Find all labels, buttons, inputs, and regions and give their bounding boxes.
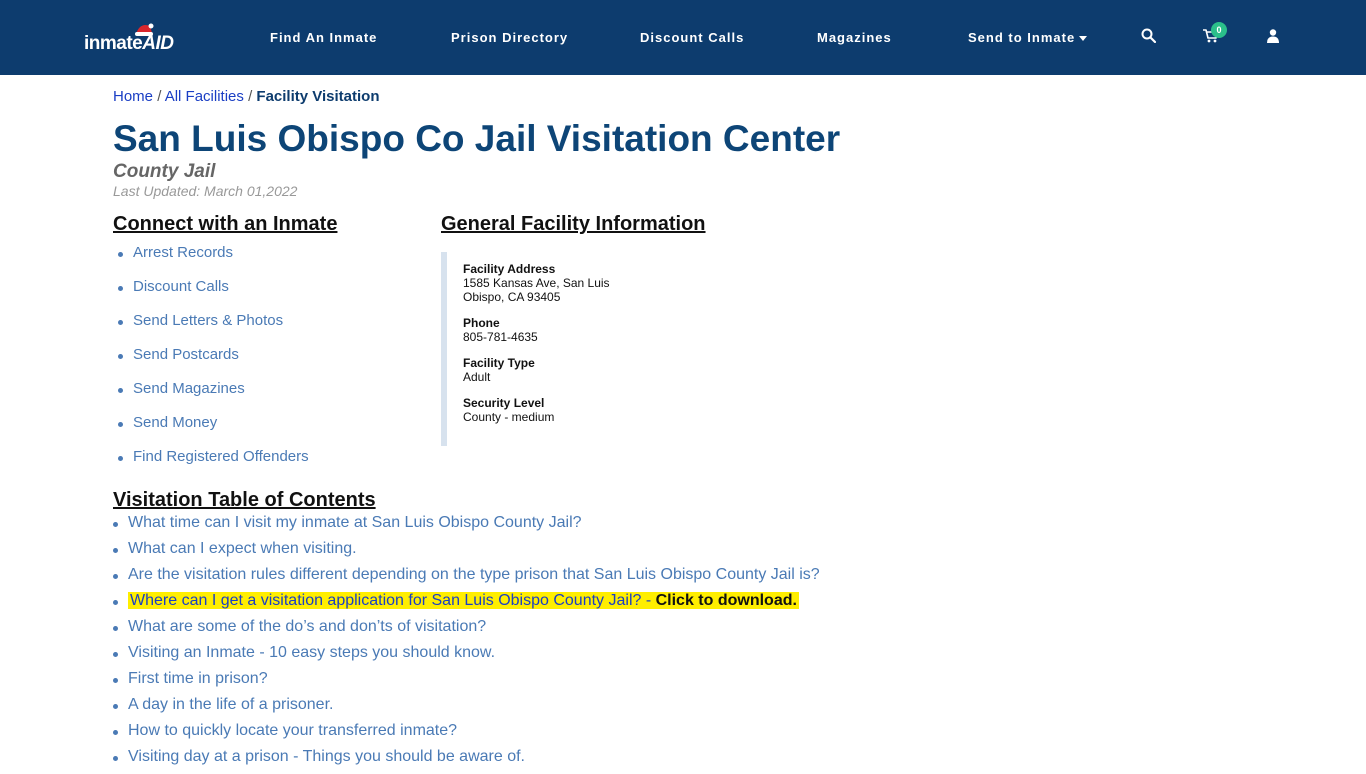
toc-item[interactable]: A day in the life of a prisoner. [113, 696, 820, 722]
cart-count-badge: 0 [1211, 22, 1227, 38]
nav-send-to-inmate-label: Send to Inmate [968, 30, 1076, 45]
connect-link-send-magazines[interactable]: Send Magazines [113, 380, 309, 414]
toc-item[interactable]: What time can I visit my inmate at San L… [113, 514, 820, 540]
toc-heading: Visitation Table of Contents [113, 489, 376, 511]
toc-highlight: Where can I get a visitation application… [128, 592, 799, 609]
nav-prison-directory[interactable]: Prison Directory [451, 30, 568, 45]
page-title: San Luis Obispo Co Jail Visitation Cente… [113, 118, 841, 159]
connect-links-list: Arrest Records Discount Calls Send Lette… [113, 244, 309, 482]
facility-phone-label: Phone [463, 316, 500, 330]
toc-item[interactable]: First time in prison? [113, 670, 820, 696]
breadcrumb-current: Facility Visitation [256, 88, 380, 105]
connect-link-discount-calls[interactable]: Discount Calls [113, 278, 309, 312]
toc-item[interactable]: How to quickly locate your transferred i… [113, 722, 820, 748]
logo-text-inmate: inmate [84, 33, 143, 54]
security-level-label: Security Level [463, 396, 545, 410]
connect-link-send-letters-photos[interactable]: Send Letters & Photos [113, 312, 309, 346]
security-level-value: County - medium [463, 410, 555, 424]
facility-address-label: Facility Address [463, 262, 556, 276]
connect-link-send-postcards[interactable]: Send Postcards [113, 346, 309, 380]
download-application-link[interactable]: Click to download. [656, 592, 797, 609]
nav-discount-calls[interactable]: Discount Calls [640, 30, 744, 45]
toc-item[interactable]: Visiting an Inmate - 10 easy steps you s… [113, 644, 820, 670]
nav-send-to-inmate[interactable]: Send to Inmate [968, 30, 1088, 45]
site-logo[interactable]: inmateAID [84, 22, 184, 56]
toc-item[interactable]: Are the visitation rules different depen… [113, 566, 820, 592]
facility-phone-value: 805-781-4635 [463, 330, 538, 344]
caret-down-icon [1079, 36, 1088, 42]
top-navbar: inmateAID Find An Inmate Prison Director… [0, 0, 1366, 75]
toc-item[interactable]: What are some of the do’s and don’ts of … [113, 618, 820, 644]
user-icon[interactable] [1267, 29, 1279, 43]
toc-item[interactable]: Visiting day at a prison - Things you sh… [113, 748, 820, 774]
toc-list: What time can I visit my inmate at San L… [113, 514, 820, 774]
breadcrumb-separator: / [157, 88, 162, 105]
facility-category: County Jail [113, 161, 216, 182]
breadcrumb: Home / All Facilities / Facility Visitat… [113, 88, 380, 105]
connect-link-send-money[interactable]: Send Money [113, 414, 309, 448]
connect-link-arrest-records[interactable]: Arrest Records [113, 244, 309, 278]
facility-info-heading: General Facility Information [441, 213, 706, 235]
breadcrumb-home[interactable]: Home [113, 88, 153, 105]
facility-info-box: Facility Address 1585 Kansas Ave, San Lu… [441, 252, 681, 446]
last-updated: Last Updated: March 01,2022 [113, 183, 298, 199]
connect-link-find-registered-offenders[interactable]: Find Registered Offenders [113, 448, 309, 482]
facility-type-label: Facility Type [463, 356, 535, 370]
search-icon[interactable] [1141, 28, 1156, 43]
toc-item-application[interactable]: Where can I get a visitation application… [113, 592, 820, 618]
nav-magazines[interactable]: Magazines [817, 30, 892, 45]
logo-text: inmateAID [84, 33, 174, 55]
facility-type-value: Adult [463, 370, 491, 384]
breadcrumb-all-facilities[interactable]: All Facilities [165, 88, 244, 105]
toc-application-text: Where can I get a visitation application… [130, 592, 656, 609]
nav-find-inmate[interactable]: Find An Inmate [270, 30, 377, 45]
toc-item[interactable]: What can I expect when visiting. [113, 540, 820, 566]
facility-address-value: 1585 Kansas Ave, San Luis Obispo, CA 934… [463, 276, 610, 304]
logo-text-aid: AID [142, 33, 174, 54]
connect-heading: Connect with an Inmate [113, 213, 338, 235]
breadcrumb-separator: / [248, 88, 253, 105]
